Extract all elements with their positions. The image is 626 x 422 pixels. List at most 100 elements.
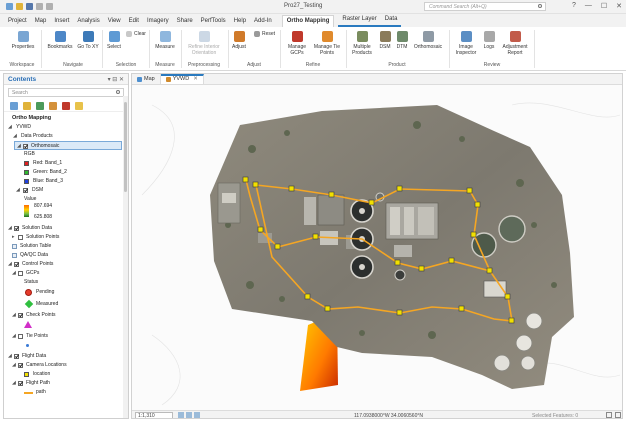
scale-selector[interactable]: 1:1,310 — [135, 412, 173, 418]
reset-button[interactable]: Reset — [254, 31, 276, 37]
flight-path-checkbox[interactable] — [18, 381, 23, 386]
tab-help[interactable]: Help — [230, 16, 250, 27]
list-by-selection-icon[interactable] — [36, 101, 44, 110]
expand-icon[interactable]: ◢ — [8, 123, 12, 132]
adjustment-report-button[interactable]: Adjustment Report — [500, 31, 530, 56]
dsm-visibility-checkbox[interactable] — [23, 188, 28, 193]
tab-yvwd-view[interactable]: YVWD ✕ — [160, 74, 204, 84]
tie-points-checkbox[interactable] — [18, 334, 23, 339]
tree-item-qa-qc[interactable]: QA/QC Data — [4, 251, 128, 260]
solution-data-checkbox[interactable] — [14, 226, 19, 231]
refine-interior-orientation-button[interactable]: Refine Interior Orientation — [184, 31, 224, 56]
fixed-zoom-icon[interactable] — [178, 412, 184, 418]
expand-icon[interactable]: ◢ — [12, 311, 16, 320]
list-by-source-icon[interactable] — [23, 101, 31, 110]
close-tab-icon[interactable]: ✕ — [193, 76, 198, 82]
select-button[interactable]: Select — [104, 31, 124, 50]
tree-item-data-products[interactable]: ◢ Data Products — [4, 132, 128, 141]
map-canvas[interactable] — [132, 85, 622, 410]
manage-gcps-button[interactable]: Manage GCPs — [284, 31, 310, 56]
contents-search-input[interactable]: Search — [8, 88, 124, 97]
minimize-icon[interactable]: — — [585, 2, 592, 10]
measure-button[interactable]: Measure — [152, 31, 178, 50]
navigator-icon[interactable] — [194, 412, 200, 418]
expand-icon[interactable]: ◢ — [8, 224, 12, 233]
multiple-products-button[interactable]: Multiple Products — [349, 31, 375, 56]
tree-item-check-points[interactable]: ◢ Check Points — [4, 311, 128, 320]
orthomosaic-button[interactable]: Orthomosaic — [412, 31, 444, 50]
tab-analysis[interactable]: Analysis — [73, 16, 103, 27]
gcps-checkbox[interactable] — [18, 271, 23, 276]
tree-item-flight-path[interactable]: ◢ Flight Path — [4, 379, 128, 388]
contents-scrollbar[interactable] — [123, 96, 128, 418]
list-by-snapping-icon[interactable] — [62, 101, 70, 110]
tab-map-view[interactable]: Map — [132, 74, 161, 84]
tree-item-dsm[interactable]: ◢ DSM — [4, 186, 128, 195]
expand-icon[interactable]: ◢ — [8, 352, 12, 361]
dtm-button[interactable]: DTM — [394, 31, 410, 50]
goto-xy-button[interactable]: Go To XY — [76, 31, 100, 50]
tab-insert[interactable]: Insert — [50, 16, 73, 27]
pane-controls[interactable]: ▾ ⊟ ✕ — [108, 76, 124, 83]
check-points-checkbox[interactable] — [18, 313, 23, 318]
tab-data[interactable]: Data — [380, 14, 402, 27]
adjust-button[interactable]: Adjust — [230, 31, 248, 50]
tree-item-camera-locations[interactable]: ◢ Camera Locations — [4, 361, 128, 370]
tree-item-tie-points[interactable]: ◢ Tie Points — [4, 332, 128, 341]
tab-raster-layer[interactable]: Raster Layer — [338, 14, 381, 27]
expand-icon[interactable]: ◢ — [12, 379, 16, 388]
pause-drawing-icon[interactable] — [606, 412, 612, 418]
close-icon[interactable]: ✕ — [616, 2, 622, 10]
clear-button[interactable]: Clear — [126, 31, 148, 37]
image-inspector-button[interactable]: Image Inspector — [453, 31, 479, 56]
expand-icon[interactable]: ◢ — [12, 332, 16, 341]
tree-item-solution-data[interactable]: ◢ Solution Data — [4, 224, 128, 233]
manage-tie-points-button[interactable]: Manage Tie Points — [312, 31, 342, 56]
tree-item-flight-data[interactable]: ◢ Flight Data — [4, 352, 128, 361]
properties-button[interactable]: Properties — [8, 31, 38, 50]
selected-features-count[interactable]: Selected Features: 0 — [532, 413, 578, 418]
tree-item-solution-points[interactable]: ▸ Solution Points — [4, 233, 128, 242]
tab-view[interactable]: View — [104, 16, 125, 27]
command-search-input[interactable]: Command Search (Alt+Q) — [424, 2, 546, 11]
orthomosaic-visibility-checkbox[interactable] — [23, 144, 28, 149]
tab-ortho-mapping[interactable]: Ortho Mapping — [281, 15, 335, 27]
tab-project[interactable]: Project — [4, 16, 31, 27]
maximize-icon[interactable]: ☐ — [601, 2, 607, 10]
open-icon[interactable] — [16, 3, 23, 10]
new-project-icon[interactable] — [6, 3, 13, 10]
refresh-icon[interactable] — [615, 412, 621, 418]
tab-imagery[interactable]: Imagery — [143, 16, 173, 27]
bookmarks-button[interactable]: Bookmarks — [45, 31, 75, 50]
solution-points-checkbox[interactable] — [18, 235, 23, 240]
dsm-button[interactable]: DSM — [377, 31, 393, 50]
grid-icon[interactable] — [186, 412, 192, 418]
collapse-icon[interactable]: ▸ — [12, 233, 15, 242]
tree-item-gcps[interactable]: ◢ GCPs — [4, 269, 128, 278]
redo-icon[interactable] — [46, 3, 53, 10]
save-icon[interactable] — [26, 3, 33, 10]
flight-data-checkbox[interactable] — [14, 354, 19, 359]
control-points-checkbox[interactable] — [14, 262, 19, 267]
logs-button[interactable]: Logs — [480, 31, 498, 50]
tree-item-control-points[interactable]: ◢ Control Points — [4, 260, 128, 269]
list-by-drawing-order-icon[interactable] — [10, 101, 18, 110]
expand-icon[interactable]: ◢ — [12, 269, 16, 278]
expand-icon[interactable]: ◢ — [12, 361, 16, 370]
expand-icon[interactable]: ◢ — [8, 260, 12, 269]
expand-icon[interactable]: ◢ — [16, 186, 20, 195]
tab-add-in[interactable]: Add-In — [250, 16, 276, 27]
expand-icon[interactable]: ◢ — [13, 132, 17, 141]
camera-locations-checkbox[interactable] — [18, 363, 23, 368]
list-by-editing-icon[interactable] — [49, 101, 57, 110]
tab-edit[interactable]: Edit — [125, 16, 143, 27]
tab-map[interactable]: Map — [31, 16, 51, 27]
scrollbar-thumb[interactable] — [124, 102, 127, 192]
undo-icon[interactable] — [36, 3, 43, 10]
help-icon[interactable]: ? — [572, 2, 576, 10]
tab-share[interactable]: Share — [173, 16, 197, 27]
tab-perftools[interactable]: PerfTools — [197, 16, 230, 27]
tree-item-orthomosaic[interactable]: ◢ Orthomosaic — [14, 141, 122, 150]
tree-item-root[interactable]: ◢ YVWD — [4, 123, 128, 132]
list-by-labeling-icon[interactable] — [75, 101, 83, 110]
